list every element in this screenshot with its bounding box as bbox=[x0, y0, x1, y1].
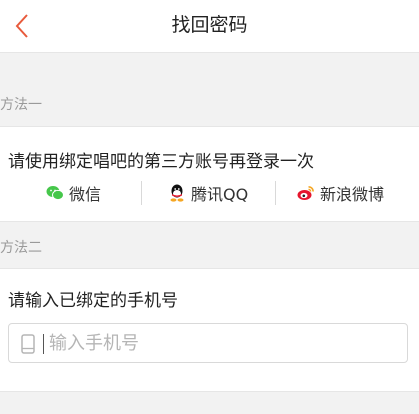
qq-label: 腾讯QQ bbox=[191, 185, 249, 204]
method-1-card: 请使用绑定唱吧的第三方账号再登录一次 微信 腾讯QQ 新浪微博 bbox=[0, 126, 419, 222]
qq-login-button[interactable]: 腾讯QQ bbox=[168, 179, 248, 207]
method-1-label: 方法一 bbox=[0, 97, 42, 113]
social-login-row: 微信 腾讯QQ 新浪微博 bbox=[0, 179, 419, 207]
phone-input[interactable] bbox=[45, 324, 403, 362]
method-2-label: 方法二 bbox=[0, 240, 42, 256]
text-caret bbox=[43, 334, 44, 354]
phone-icon bbox=[21, 334, 35, 354]
weibo-label: 新浪微博 bbox=[320, 185, 385, 204]
navbar: 找回密码 bbox=[0, 0, 419, 53]
method-2-instruction: 请输入已绑定的手机号 bbox=[8, 291, 178, 311]
method-2-card: 请输入已绑定的手机号 bbox=[0, 268, 419, 392]
qq-icon bbox=[168, 184, 186, 202]
wechat-login-button[interactable]: 微信 bbox=[46, 179, 101, 207]
wechat-label: 微信 bbox=[69, 185, 102, 204]
phone-field[interactable] bbox=[8, 323, 408, 363]
divider bbox=[275, 181, 276, 205]
weibo-icon bbox=[297, 184, 315, 202]
divider bbox=[141, 181, 142, 205]
page-title: 找回密码 bbox=[171, 14, 248, 36]
weibo-login-button[interactable]: 新浪微博 bbox=[297, 179, 384, 207]
wechat-icon bbox=[46, 184, 64, 202]
method-1-instruction: 请使用绑定唱吧的第三方账号再登录一次 bbox=[8, 152, 314, 172]
